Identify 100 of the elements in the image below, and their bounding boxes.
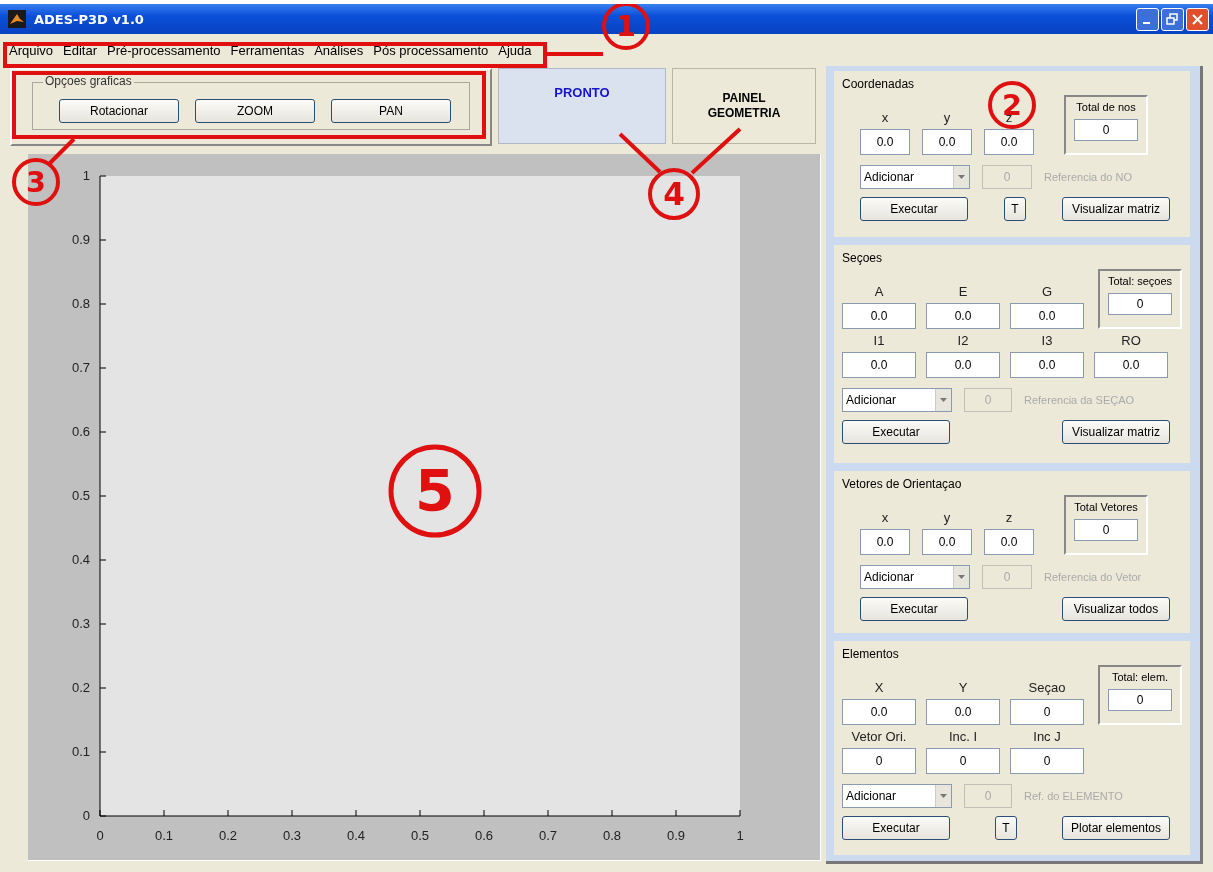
toolbar-button[interactable]: ZOOM [195, 99, 315, 123]
leader-line [547, 52, 603, 56]
input-field[interactable]: 0.0 [1094, 352, 1168, 378]
tick-label: 0.2 [218, 828, 238, 843]
reference-label: Referencia do Vetor [1044, 571, 1142, 583]
tick-label: 0.1 [71, 744, 90, 759]
field-label: Inc J [1033, 729, 1061, 744]
action-dropdown[interactable]: Adicionar [842, 784, 952, 808]
action-dropdown[interactable]: Adicionar [860, 565, 970, 589]
tick-label: 1 [82, 168, 90, 183]
reference-label: Ref. do ELEMENTO [1024, 790, 1123, 802]
leader-line [618, 132, 662, 174]
field-label: Vetor Ori. [851, 729, 907, 744]
action-button[interactable]: Visualizar matriz [1062, 420, 1170, 444]
menu-item[interactable]: Arquivo [4, 42, 59, 58]
menu-item[interactable]: Análises [309, 42, 369, 58]
tick-label: 0.5 [410, 828, 430, 843]
input-field[interactable]: 0.0 [984, 129, 1034, 155]
caret-icon [935, 785, 951, 807]
leader-line [48, 137, 76, 165]
minimize-button[interactable] [1136, 7, 1159, 31]
input-field[interactable]: 0 [1010, 748, 1084, 774]
field-label: E [958, 284, 968, 299]
section-title: Seçoes [842, 251, 884, 265]
input-field[interactable]: 0.0 [1010, 303, 1084, 329]
action-button[interactable]: Executar [860, 197, 968, 221]
toolbar-button[interactable]: Rotacionar [59, 99, 179, 123]
input-field[interactable]: 0.0 [922, 529, 972, 555]
field-label: X [874, 680, 884, 695]
callout-marker: 1 [602, 4, 650, 50]
action-button[interactable]: Visualizar todos [1062, 597, 1170, 621]
section-title: Vetores de Orientaçao [842, 477, 963, 491]
field-label: Inc. I [948, 729, 978, 744]
tick-label: 0.8 [602, 828, 622, 843]
tick-label: 0 [82, 808, 90, 823]
t-button[interactable]: T [995, 816, 1017, 840]
input-field[interactable]: 0 [842, 748, 916, 774]
input-field[interactable]: 0 [926, 748, 1000, 774]
field-label: I3 [1041, 333, 1053, 348]
input-field[interactable]: 0.0 [984, 529, 1034, 555]
field-label: y [943, 510, 951, 525]
field-label: A [874, 284, 884, 299]
close-button[interactable] [1186, 7, 1209, 31]
menu-item[interactable]: Editar [58, 42, 103, 58]
menu-item[interactable]: Pré-processamento [102, 42, 226, 58]
restore-button[interactable] [1161, 7, 1184, 31]
input-field[interactable]: 0.0 [926, 699, 1000, 725]
callout-marker: 5 [388, 444, 482, 538]
field-label: I1 [873, 333, 885, 348]
menu-item[interactable]: Ajuda [493, 42, 537, 58]
caret-icon [953, 166, 969, 188]
input-field[interactable]: 0.0 [1010, 352, 1084, 378]
field-label: Seçao [1028, 680, 1066, 695]
t-button[interactable]: T [1004, 197, 1026, 221]
callout-marker: 3 [12, 158, 60, 206]
input-field[interactable]: 0.0 [842, 303, 916, 329]
input-field[interactable]: 0.0 [860, 129, 910, 155]
action-button[interactable]: Executar [860, 597, 968, 621]
menu-item[interactable]: Ferramentas [225, 42, 310, 58]
total-field[interactable]: 0 [1108, 293, 1172, 315]
panel-button[interactable]: PAINEL GEOMETRIA [672, 68, 816, 144]
input-field[interactable]: 0.0 [926, 352, 1000, 378]
input-field[interactable]: 0.0 [842, 352, 916, 378]
tick-label: 0.7 [71, 360, 90, 375]
reference-label: Referencia da SEÇAO [1024, 394, 1135, 406]
input-field[interactable]: 0.0 [860, 529, 910, 555]
total-field[interactable]: 0 [1108, 689, 1172, 711]
restore-icon [1166, 12, 1179, 26]
total-field[interactable]: 0 [1074, 119, 1138, 141]
minimize-icon [1142, 22, 1150, 24]
menu-item[interactable]: Pós processamento [368, 42, 494, 58]
status-indicator: PRONTO [498, 68, 666, 144]
input-field[interactable]: 0.0 [926, 303, 1000, 329]
app-logo-icon [8, 10, 26, 28]
toolbar-button[interactable]: PAN [331, 99, 451, 123]
total-field[interactable]: 0 [1074, 519, 1138, 541]
tick-label: 0.4 [71, 552, 90, 567]
action-button[interactable]: Executar [842, 420, 950, 444]
total-label: Total: seçoes [1107, 275, 1173, 287]
tick-label: 1 [736, 828, 744, 843]
action-button[interactable]: Plotar elementos [1062, 816, 1170, 840]
action-dropdown[interactable]: Adicionar [860, 165, 970, 189]
field-label: x [881, 110, 889, 125]
action-button[interactable]: Visualizar matriz [1062, 197, 1170, 221]
close-icon [1191, 12, 1204, 26]
action-button[interactable]: Executar [842, 816, 950, 840]
tick-label: 0.6 [71, 424, 90, 439]
tick-label: 0.7 [538, 828, 558, 843]
tick-label: 0.2 [71, 680, 90, 695]
input-field[interactable]: 0 [1010, 699, 1084, 725]
input-field[interactable]: 0.0 [842, 699, 916, 725]
action-dropdown[interactable]: Adicionar [842, 388, 952, 412]
field-label: I2 [957, 333, 969, 348]
input-field[interactable]: 0.0 [922, 129, 972, 155]
window-title: ADES-P3D v1.0 [34, 11, 144, 27]
tick-label: 0.8 [71, 296, 90, 311]
tick-label: 0.1 [154, 828, 174, 843]
tick-label: 0 [96, 828, 104, 843]
field-label: z [1005, 510, 1013, 525]
field-label: G [1041, 284, 1053, 299]
